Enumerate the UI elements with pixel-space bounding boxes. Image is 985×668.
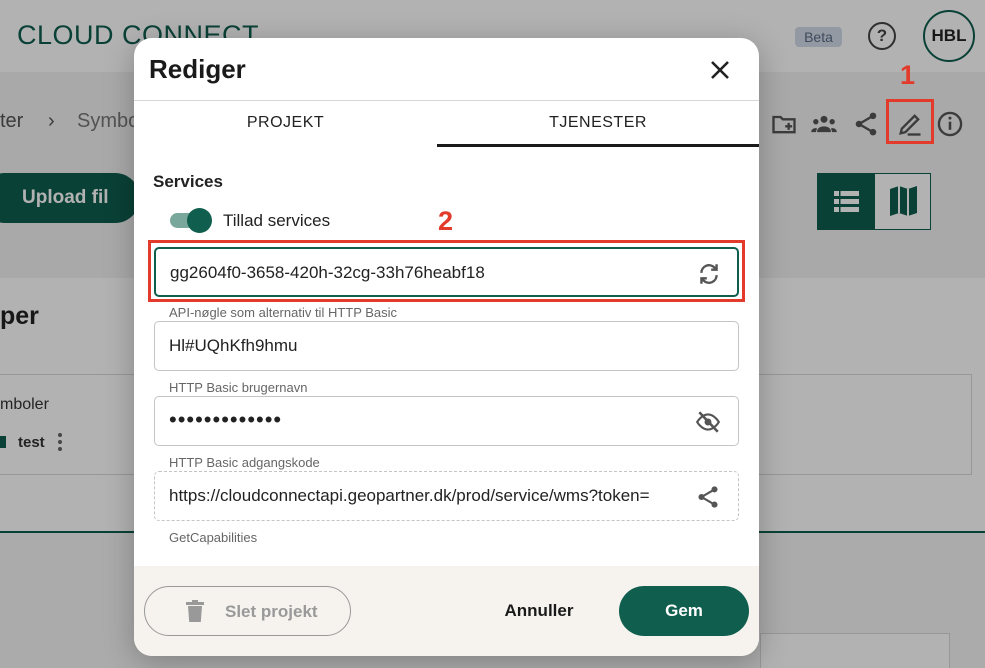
annotation-box-1 — [886, 99, 934, 144]
share-icon[interactable] — [695, 484, 721, 510]
username-value[interactable]: Hl#UQhKfh9hmu — [169, 336, 689, 356]
username-field[interactable]: Hl#UQhKfh9hmu — [154, 321, 739, 371]
toggle-label: Tillad services — [223, 211, 331, 230]
dialog-tabs: PROJEKT TJENESTER — [134, 100, 759, 147]
password-field[interactable]: ••••••••••••• — [154, 396, 739, 446]
password-value[interactable]: ••••••••••••• — [169, 407, 689, 433]
allow-services-toggle[interactable] — [170, 208, 212, 233]
getcapabilities-url-field[interactable]: https://cloudconnectapi.geopartner.dk/pr… — [154, 471, 739, 521]
eye-off-icon[interactable] — [695, 409, 721, 435]
username-caption: HTTP Basic brugernavn — [169, 380, 308, 395]
annotation-marker-2: 2 — [438, 206, 454, 236]
toggle-knob — [187, 208, 212, 233]
url-caption: GetCapabilities — [169, 530, 258, 545]
delete-project-button[interactable]: Slet projekt — [144, 586, 351, 636]
annotation-box-2 — [148, 240, 745, 302]
api-key-caption: API-nøgle som alternativ til HTTP Basic — [169, 305, 398, 320]
trash-icon — [186, 600, 204, 622]
dialog-footer: Slet projekt Annuller Gem — [134, 566, 759, 656]
annotation-marker-1: 1 — [900, 60, 916, 90]
tab-projekt[interactable]: PROJEKT — [134, 101, 437, 147]
services-heading: Services — [153, 172, 223, 191]
tab-tjenester[interactable]: TJENESTER — [437, 101, 759, 147]
url-value[interactable]: https://cloudconnectapi.geopartner.dk/pr… — [169, 486, 689, 506]
dialog-title: Rediger — [149, 54, 246, 84]
save-button[interactable]: Gem — [619, 586, 749, 636]
delete-label: Slet projekt — [225, 602, 318, 621]
password-caption: HTTP Basic adgangskode — [169, 455, 320, 470]
cancel-button[interactable]: Annuller — [489, 586, 589, 636]
edit-dialog: Rediger PROJEKT TJENESTER Services Tilla… — [134, 38, 759, 656]
close-icon[interactable] — [706, 56, 734, 84]
